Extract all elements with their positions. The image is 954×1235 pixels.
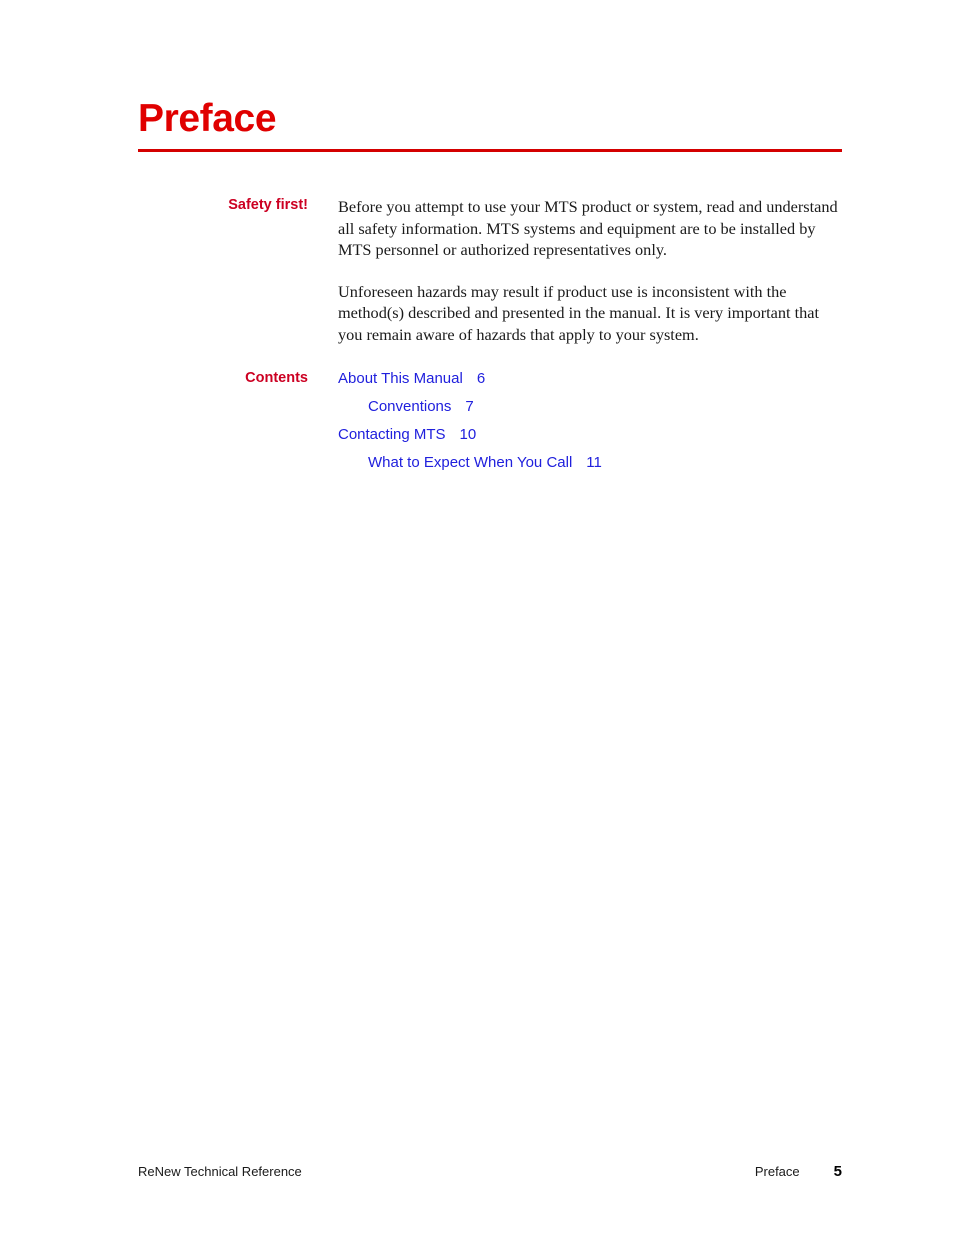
section-safety-first: Safety first! Before you attempt to use … [138,196,850,345]
toc-entry-title: Conventions [368,398,452,415]
toc-list: About This Manual 6 Conventions 7 Contacti… [338,369,850,473]
section-label-contents: Contents [245,370,308,386]
footer-right-group: Preface 5 [755,1163,842,1180]
toc-entry-page: 10 [459,426,477,443]
toc-entry-contacting-mts[interactable]: Contacting MTS 10 [338,425,850,445]
section-contents: Contents About This Manual 6 Conventions 7… [138,369,850,473]
toc-entry-about-this-manual[interactable]: About This Manual 6 [338,369,850,389]
paragraph: Unforeseen hazards may result if product… [338,281,820,344]
title-divider-rule [138,149,842,152]
section-body-safety-first: Before you attempt to use your MTS produ… [308,196,850,345]
toc-entry-page: 11 [586,454,602,471]
section-label-safety-first: Safety first! [228,197,308,213]
chapter-heading-block: Preface [138,97,842,152]
toc-entry-page: 7 [465,398,474,415]
footer-page-number: 5 [833,1163,842,1180]
footer-document-title: ReNew Technical Reference [138,1164,302,1179]
toc-entry-title: About This Manual [338,370,463,387]
table-of-contents: About This Manual 6 Conventions 7 Contacti… [308,369,850,473]
toc-entry-title: What to Expect When You Call [368,454,573,471]
page-footer: ReNew Technical Reference Preface 5 [138,1163,842,1180]
toc-entry-conventions[interactable]: Conventions 7 [338,397,850,417]
toc-entry-title: Contacting MTS [338,426,446,443]
page-title: Preface [138,97,277,140]
paragraph: Before you attempt to use your MTS produ… [338,197,838,259]
toc-entry-what-to-expect-when-you-call[interactable]: What to Expect When You Call 11 [338,453,850,473]
toc-entry-page: 6 [476,370,486,387]
document-body: Safety first! Before you attempt to use … [138,196,850,473]
footer-section-name: Preface [754,1164,800,1179]
document-page: Preface Safety first! Before you attempt… [0,0,954,1235]
